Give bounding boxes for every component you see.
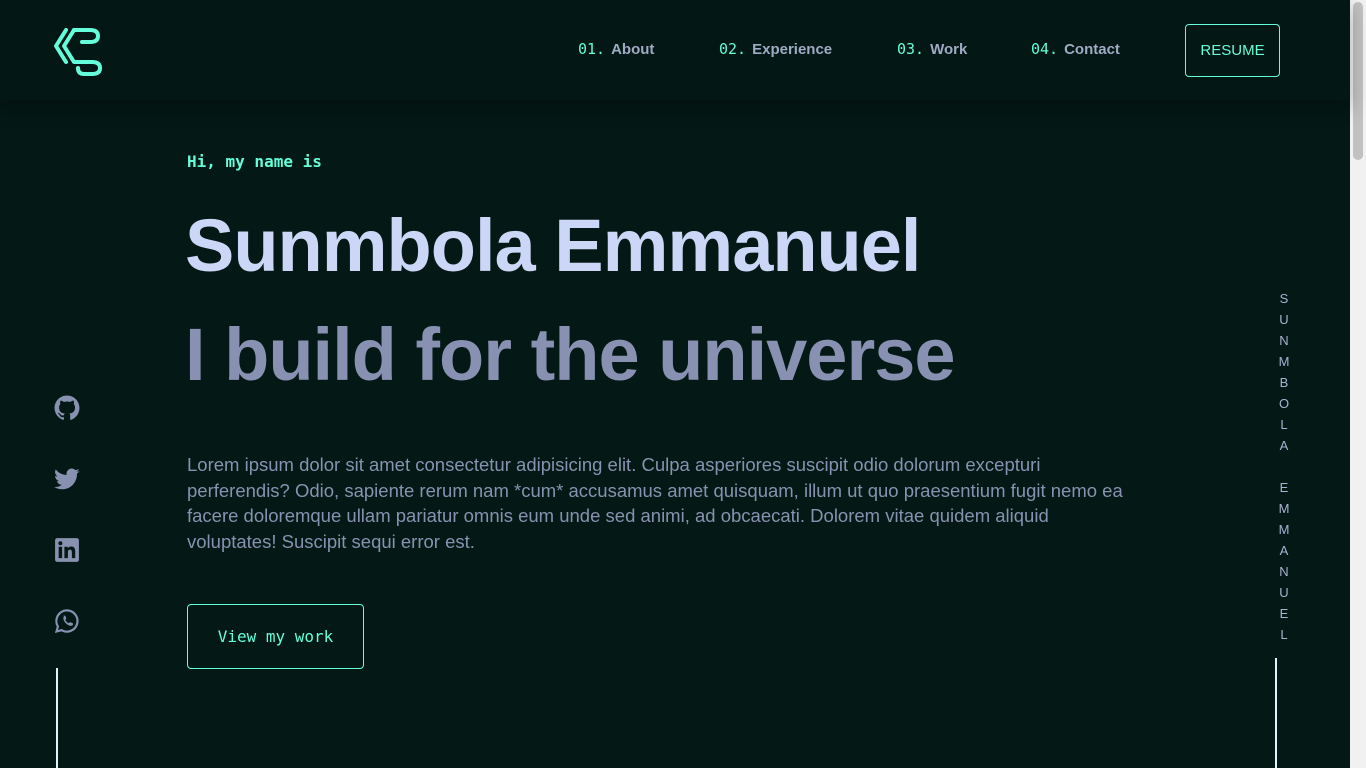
vertical-letter: B	[1279, 375, 1289, 390]
twitter-icon[interactable]	[54, 466, 80, 492]
linkedin-icon[interactable]	[54, 537, 80, 563]
nav-item-number: 03.	[897, 40, 925, 58]
vertical-letter: U	[1279, 585, 1289, 600]
nav-item-experience[interactable]: 02. Experience	[719, 40, 832, 58]
site-header: 01. About 02. Experience 03. Work 04. Contac…	[0, 0, 1350, 100]
nav-item-label: Experience	[752, 41, 833, 58]
nav-item-number: 01.	[578, 40, 606, 58]
vertical-letter: N	[1279, 564, 1289, 579]
hero-tagline: I build for the universe	[185, 313, 956, 396]
nav-item-number: 02.	[719, 40, 747, 58]
vertical-letter: N	[1279, 333, 1289, 348]
github-icon[interactable]	[54, 395, 80, 421]
vertical-letter: E	[1279, 606, 1289, 621]
vertical-letter: U	[1279, 312, 1289, 327]
right-divider-line	[1275, 658, 1277, 768]
vertical-name: S U N M B O L A E M M A N U E L	[1274, 288, 1294, 645]
nav-item-label: About	[611, 41, 655, 58]
vertical-letter: A	[1279, 438, 1289, 453]
whatsapp-icon[interactable]	[54, 608, 80, 634]
vertical-letter: S	[1279, 291, 1289, 306]
scrollbar-thumb[interactable]	[1353, 2, 1363, 160]
vertical-letter: M	[1278, 354, 1290, 369]
vertical-letter: L	[1280, 417, 1288, 432]
vertical-letter: O	[1278, 396, 1290, 411]
vertical-letter: M	[1278, 501, 1290, 516]
nav-item-contact[interactable]: 04. Contact	[1031, 40, 1120, 58]
left-divider-line	[56, 668, 58, 768]
vertical-letter: L	[1280, 627, 1288, 642]
hero-name: Sunmbola Emmanuel	[185, 204, 921, 287]
page-scrollbar[interactable]	[1350, 0, 1366, 768]
vertical-letter: E	[1279, 480, 1289, 495]
vertical-letter: A	[1279, 543, 1289, 558]
view-my-work-button[interactable]: View my work	[187, 604, 364, 669]
greeting-text: Hi, my name is	[187, 152, 322, 171]
resume-button[interactable]: RESUME	[1185, 24, 1280, 77]
page: 01. About 02. Experience 03. Work 04. Contac…	[0, 0, 1350, 768]
nav-item-about[interactable]: 01. About	[578, 40, 654, 58]
nav-item-label: Work	[930, 41, 968, 58]
nav-item-work[interactable]: 03. Work	[897, 40, 967, 58]
nav-item-number: 04.	[1031, 40, 1059, 58]
hero-bio: Lorem ipsum dolor sit amet consectetur a…	[187, 454, 1123, 552]
logo-icon[interactable]	[52, 26, 104, 76]
vertical-letter	[1274, 456, 1294, 477]
nav-item-label: Contact	[1064, 41, 1120, 58]
vertical-letter: M	[1278, 522, 1290, 537]
